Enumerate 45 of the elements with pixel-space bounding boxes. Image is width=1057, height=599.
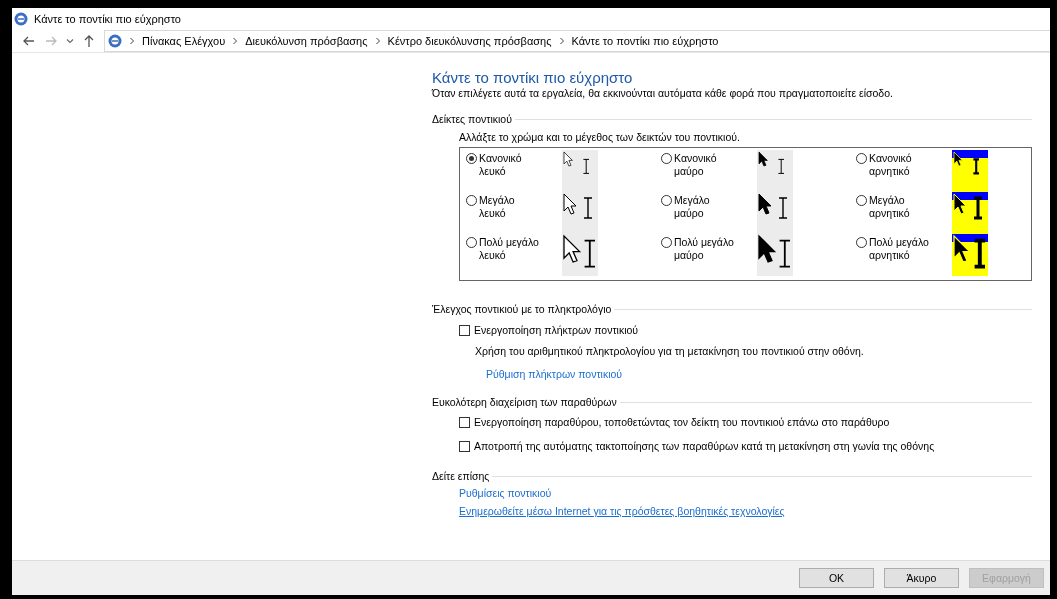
mouse-keys-checkbox[interactable]: Ενεργοποίηση πλήκτρων ποντικιού bbox=[459, 324, 1032, 336]
pointer-scheme-radio[interactable]: Μεγάλο λευκό bbox=[466, 192, 562, 234]
cursor-preview-icon bbox=[952, 150, 988, 192]
cursor-preview-icon bbox=[757, 234, 793, 276]
pointer-scheme-radio[interactable]: Κανονικό μαύρο bbox=[661, 150, 757, 192]
pointer-scheme-radio[interactable]: Κανονικό αρνητικό bbox=[856, 150, 952, 192]
section-heading: Δείκτες ποντικιού bbox=[432, 113, 512, 125]
help-text: Χρήση του αριθμητικού πληκτρολογίου για τη μετακίνηση του ποντικιού στην οθόνη. bbox=[475, 345, 865, 357]
breadcrumb-item[interactable]: Κάντε το ποντίκι πιο εύχρηστο bbox=[571, 35, 719, 47]
chevron-icon bbox=[232, 37, 239, 45]
option-checkbox[interactable]: Αποτροπή της αυτόματης τακτοποίησης των παραθύρων κατά τη μετακίνηση στη γωνία της οθόνης bbox=[459, 440, 999, 452]
breadcrumb-item[interactable]: Πίνακας Ελέγχου bbox=[142, 35, 226, 47]
settings-link[interactable]: Ρύθμιση πλήκτρων ποντικιού bbox=[486, 368, 623, 380]
cursor-preview-icon bbox=[562, 234, 598, 276]
cursor-preview-icon bbox=[757, 150, 793, 192]
see-also-link[interactable]: Ενημερωθείτε μέσω Internet για τις πρόσθετες βοηθητικές τεχνολογίες bbox=[459, 505, 785, 517]
window-title: Κάντε το ποντίκι πιο εύχρηστο bbox=[34, 13, 181, 25]
up-arrow-icon[interactable] bbox=[82, 34, 96, 48]
see-also-link[interactable]: Ρυθμίσεις ποντικιού bbox=[459, 487, 552, 499]
dropdown-caret-icon[interactable] bbox=[66, 37, 74, 45]
back-arrow-icon[interactable] bbox=[22, 34, 36, 48]
dialog-button[interactable]: OK bbox=[799, 568, 874, 588]
pointer-scheme-radio[interactable]: Πολύ μεγάλο αρνητικό bbox=[856, 234, 952, 276]
section-description: Αλλάξτε το χρώμα και το μέγεθος των δεικτών του ποντικιού. bbox=[459, 131, 741, 143]
chevron-icon bbox=[558, 37, 565, 45]
cursor-preview-icon bbox=[952, 234, 988, 276]
pointer-scheme-radio[interactable]: Πολύ μεγάλο λευκό bbox=[466, 234, 562, 276]
dialog-button[interactable]: Άκυρο bbox=[884, 568, 959, 588]
section-heading: Έλεγχος ποντικιού με το πληκτρολόγιο bbox=[432, 303, 612, 315]
page-subtitle: Όταν επιλέγετε αυτά τα εργαλεία, θα εκκινούνται αυτόματα κάθε φορά που πραγματοποιείτε είσοδο. bbox=[432, 87, 894, 99]
option-checkbox[interactable]: Ενεργοποίηση παραθύρου, τοποθετώντας τον δείκτη του ποντικιού επάνω στο παράθυρο bbox=[459, 416, 999, 428]
breadcrumb-item[interactable]: Διευκόλυνση πρόσβασης bbox=[245, 35, 368, 47]
cursor-preview-icon bbox=[952, 192, 988, 234]
page-title: Κάντε το ποντίκι πιο εύχρηστο bbox=[432, 69, 634, 86]
pointer-scheme-radio[interactable]: Μεγάλο αρνητικό bbox=[856, 192, 952, 234]
cursor-preview-icon bbox=[562, 150, 598, 192]
pointer-scheme-radio[interactable]: Μεγάλο μαύρο bbox=[661, 192, 757, 234]
section-heading: Ευκολότερη διαχείριση των παραθύρων bbox=[432, 396, 617, 408]
pointer-scheme-radio[interactable]: Κανονικό λευκό bbox=[466, 150, 562, 192]
chevron-icon bbox=[374, 37, 381, 45]
control-panel-icon bbox=[108, 34, 122, 48]
chevron-icon bbox=[129, 37, 135, 45]
pointer-scheme-radio[interactable]: Πολύ μεγάλο μαύρο bbox=[661, 234, 757, 276]
breadcrumb-item[interactable]: Κέντρο διευκόλυνσης πρόσβασης bbox=[387, 35, 552, 47]
section-heading: Δείτε επίσης bbox=[432, 470, 490, 482]
